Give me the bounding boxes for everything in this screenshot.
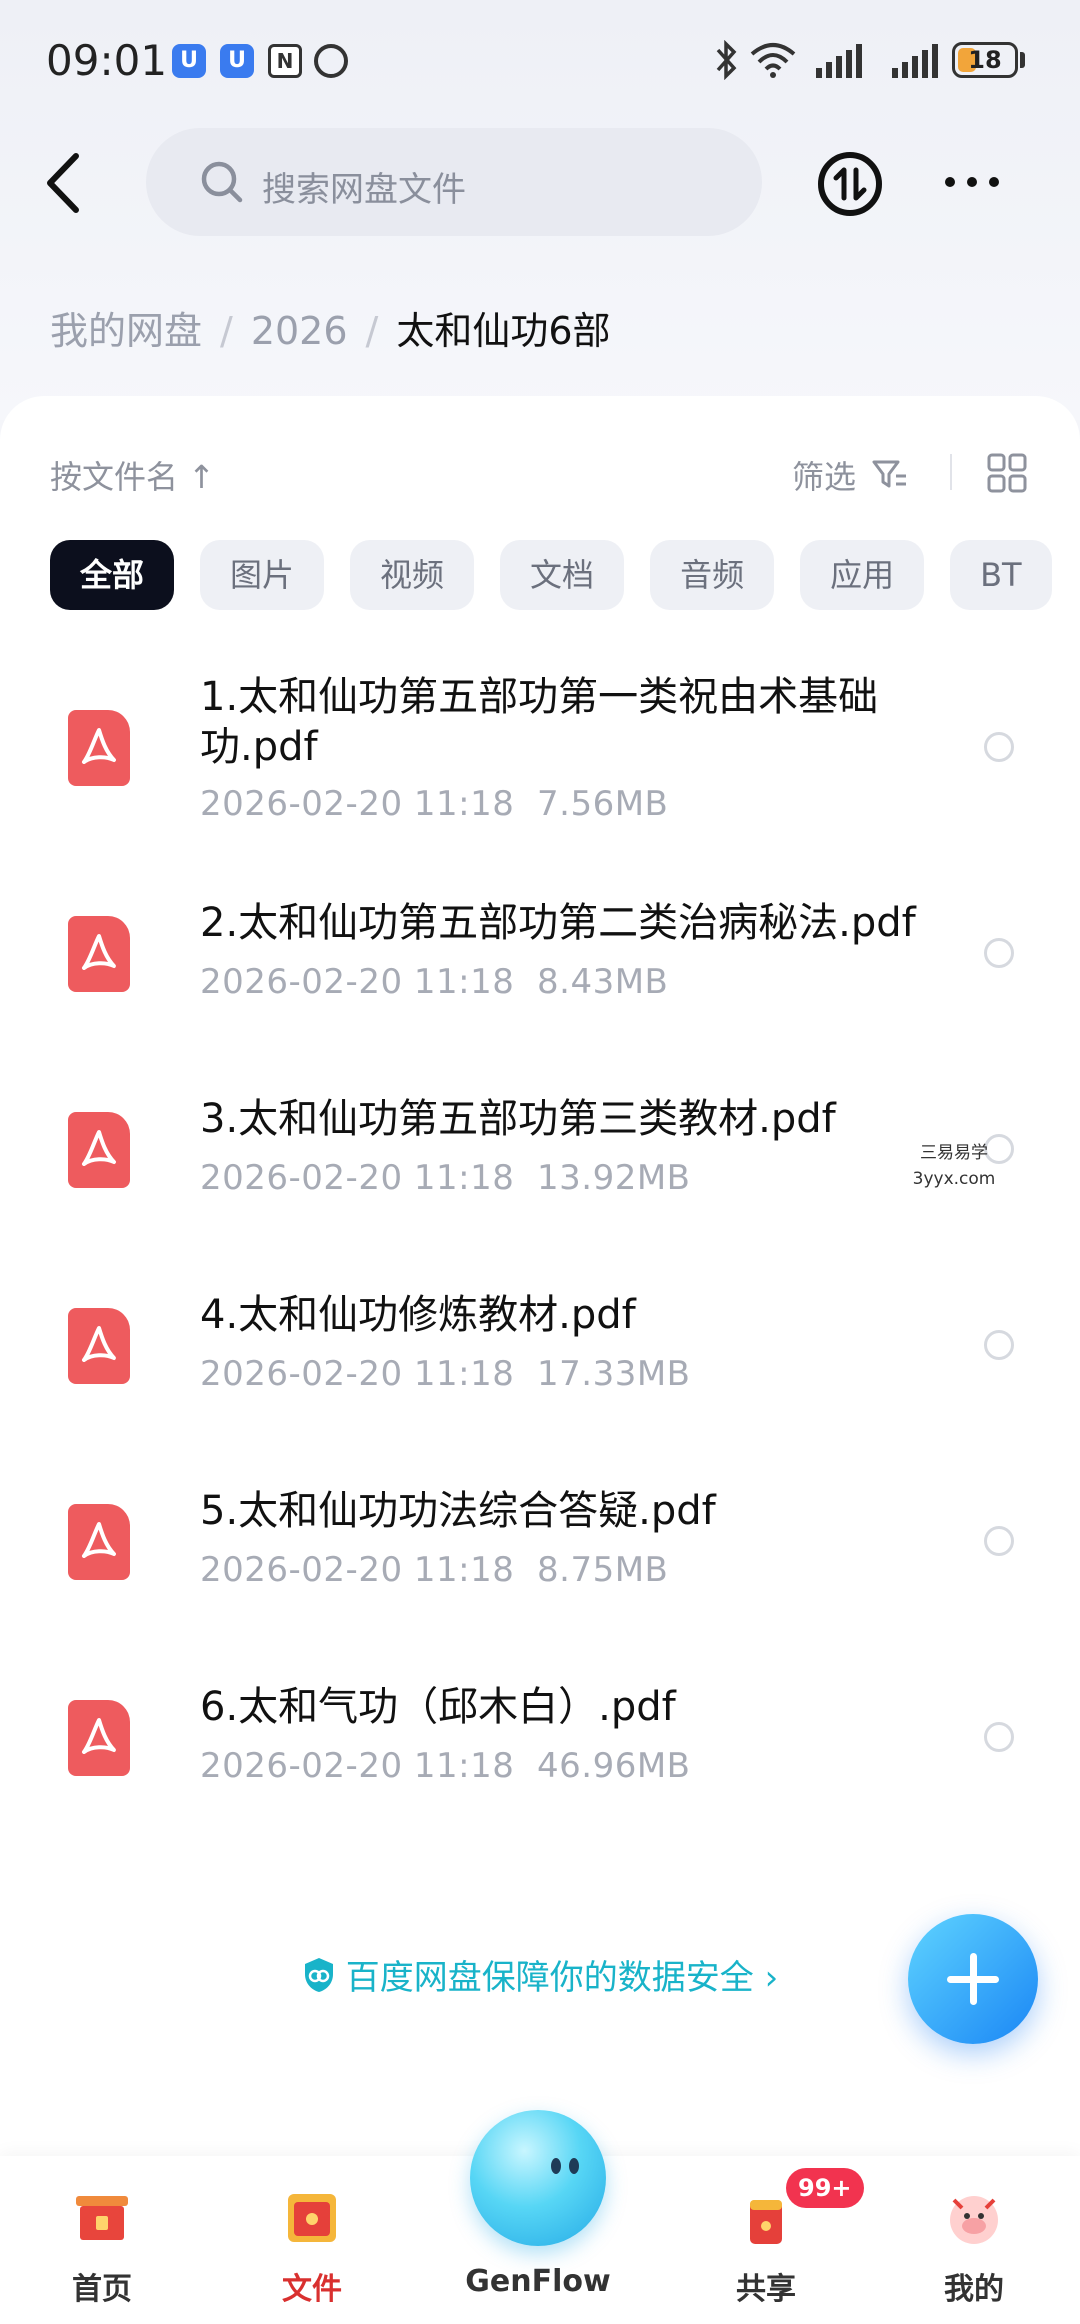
list-item[interactable]: 2.太和仙功第五部功第二类治病秘法.pdf 2026-02-20 11:18 8…: [0, 856, 1080, 1052]
list-item[interactable]: 4.太和仙功修炼教材.pdf 2026-02-20 11:18 17.33MB: [0, 1248, 1080, 1444]
battery-level: 18: [968, 46, 1002, 74]
bluetooth-icon: [716, 40, 737, 80]
more-options-button[interactable]: [942, 160, 1002, 200]
nfc-icon: N: [268, 44, 302, 78]
tab-files[interactable]: 文件: [222, 2156, 402, 2324]
file-size: 8.75MB: [537, 1550, 669, 1590]
transfer-icon: [833, 167, 867, 201]
battery-icon: 18: [952, 42, 1018, 78]
file-name: 6.太和气功（邱木白）.pdf: [200, 1684, 676, 1730]
breadcrumb: 我的网盘/2026/太和仙功6部: [50, 300, 611, 355]
safety-text: 百度网盘保障你的数据安全 ›: [345, 1958, 779, 1998]
tab-label: 文件: [282, 2272, 342, 2307]
share-badge: 99+: [786, 2168, 864, 2208]
select-checkbox[interactable]: [984, 1722, 1014, 1752]
chip-bt[interactable]: BT: [950, 540, 1052, 610]
add-button[interactable]: [908, 1914, 1038, 2044]
file-date: 2026-02-20 11:18: [200, 1158, 515, 1198]
pdf-file-icon: [68, 1308, 130, 1384]
file-name: 2.太和仙功第五部功第二类治病秘法.pdf: [200, 900, 916, 946]
breadcrumb-current: 太和仙功6部: [396, 309, 611, 353]
file-size: 7.56MB: [537, 784, 669, 824]
select-checkbox[interactable]: [984, 938, 1014, 968]
chip-images[interactable]: 图片: [200, 540, 325, 610]
files-icon: [288, 2194, 336, 2242]
file-date: 2026-02-20 11:18: [200, 784, 515, 824]
chip-apps[interactable]: 应用: [800, 540, 925, 610]
pdf-file-icon: [68, 710, 130, 786]
wifi-icon: [750, 43, 796, 78]
grid-view-icon[interactable]: [986, 452, 1028, 494]
tab-label: 首页: [72, 2272, 132, 2307]
app-notification-icon: U: [220, 44, 254, 78]
alarm-icon: [314, 44, 348, 78]
file-name: 4.太和仙功修炼教材.pdf: [200, 1292, 636, 1338]
tab-label: 我的: [944, 2272, 1004, 2307]
filter-button[interactable]: 筛选: [792, 452, 856, 498]
tab-label: 共享: [736, 2272, 796, 2307]
avatar-icon: [950, 2196, 998, 2244]
category-chips: 全部 图片 视频 文档 音频 应用 BT: [50, 540, 1080, 610]
app-notification-icon: U: [172, 44, 206, 78]
file-size: 13.92MB: [537, 1158, 691, 1198]
file-date: 2026-02-20 11:18: [200, 1550, 515, 1590]
pdf-file-icon: [68, 1504, 130, 1580]
chip-all[interactable]: 全部: [50, 540, 175, 610]
file-size: 46.96MB: [537, 1746, 691, 1786]
select-checkbox[interactable]: [984, 1526, 1014, 1556]
sort-button[interactable]: 按文件名 ↑: [50, 452, 215, 498]
signal-icon: [816, 44, 862, 78]
tab-label: GenFlow: [465, 2264, 611, 2299]
back-button[interactable]: [40, 150, 90, 216]
pdf-file-icon: [68, 916, 130, 992]
file-date: 2026-02-20 11:18: [200, 1354, 515, 1394]
home-icon: [76, 2196, 128, 2240]
file-date: 2026-02-20 11:18: [200, 962, 515, 1002]
shield-icon: [304, 1957, 333, 1992]
file-name: 1.太和仙功第五部功第一类祝由术基础功.pdf: [200, 674, 879, 770]
file-name: 5.太和仙功功法综合答疑.pdf: [200, 1488, 716, 1534]
file-name: 3.太和仙功第五部功第三类教材.pdf: [200, 1096, 836, 1142]
divider: [950, 454, 952, 490]
file-size: 17.33MB: [537, 1354, 691, 1394]
chip-documents[interactable]: 文档: [500, 540, 625, 610]
genflow-icon[interactable]: [470, 2110, 606, 2246]
watermark: 三易易学 3yyx.com: [912, 1143, 996, 1189]
pdf-file-icon: [68, 1700, 130, 1776]
search-icon: [201, 161, 243, 203]
signal-icon: [892, 44, 938, 78]
chip-videos[interactable]: 视频: [350, 540, 475, 610]
status-bar: 09:01 U U N 18: [0, 0, 1080, 120]
chip-audio[interactable]: 音频: [650, 540, 775, 610]
status-time: 09:01: [46, 36, 168, 85]
breadcrumb-item[interactable]: 2026: [251, 309, 348, 353]
filter-icon[interactable]: [870, 454, 910, 494]
tab-mine[interactable]: 我的: [884, 2156, 1064, 2324]
pdf-file-icon: [68, 1112, 130, 1188]
file-size: 8.43MB: [537, 962, 669, 1002]
select-checkbox[interactable]: [984, 732, 1014, 762]
safety-link[interactable]: 百度网盘保障你的数据安全 ›: [302, 1950, 778, 1999]
select-checkbox[interactable]: [984, 1330, 1014, 1360]
file-date: 2026-02-20 11:18: [200, 1746, 515, 1786]
search-input[interactable]: 搜索网盘文件: [146, 128, 762, 236]
list-item[interactable]: 1.太和仙功第五部功第一类祝由术基础功.pdf 2026-02-20 11:18…: [0, 650, 1080, 846]
search-placeholder: 搜索网盘文件: [262, 170, 466, 210]
list-item[interactable]: 5.太和仙功功法综合答疑.pdf 2026-02-20 11:18 8.75MB: [0, 1444, 1080, 1640]
transfer-list-button[interactable]: [818, 152, 882, 216]
breadcrumb-item[interactable]: 我的网盘: [50, 300, 202, 355]
list-item[interactable]: 6.太和气功（邱木白）.pdf 2026-02-20 11:18 46.96MB: [0, 1640, 1080, 1836]
tab-home[interactable]: 首页: [12, 2156, 192, 2324]
